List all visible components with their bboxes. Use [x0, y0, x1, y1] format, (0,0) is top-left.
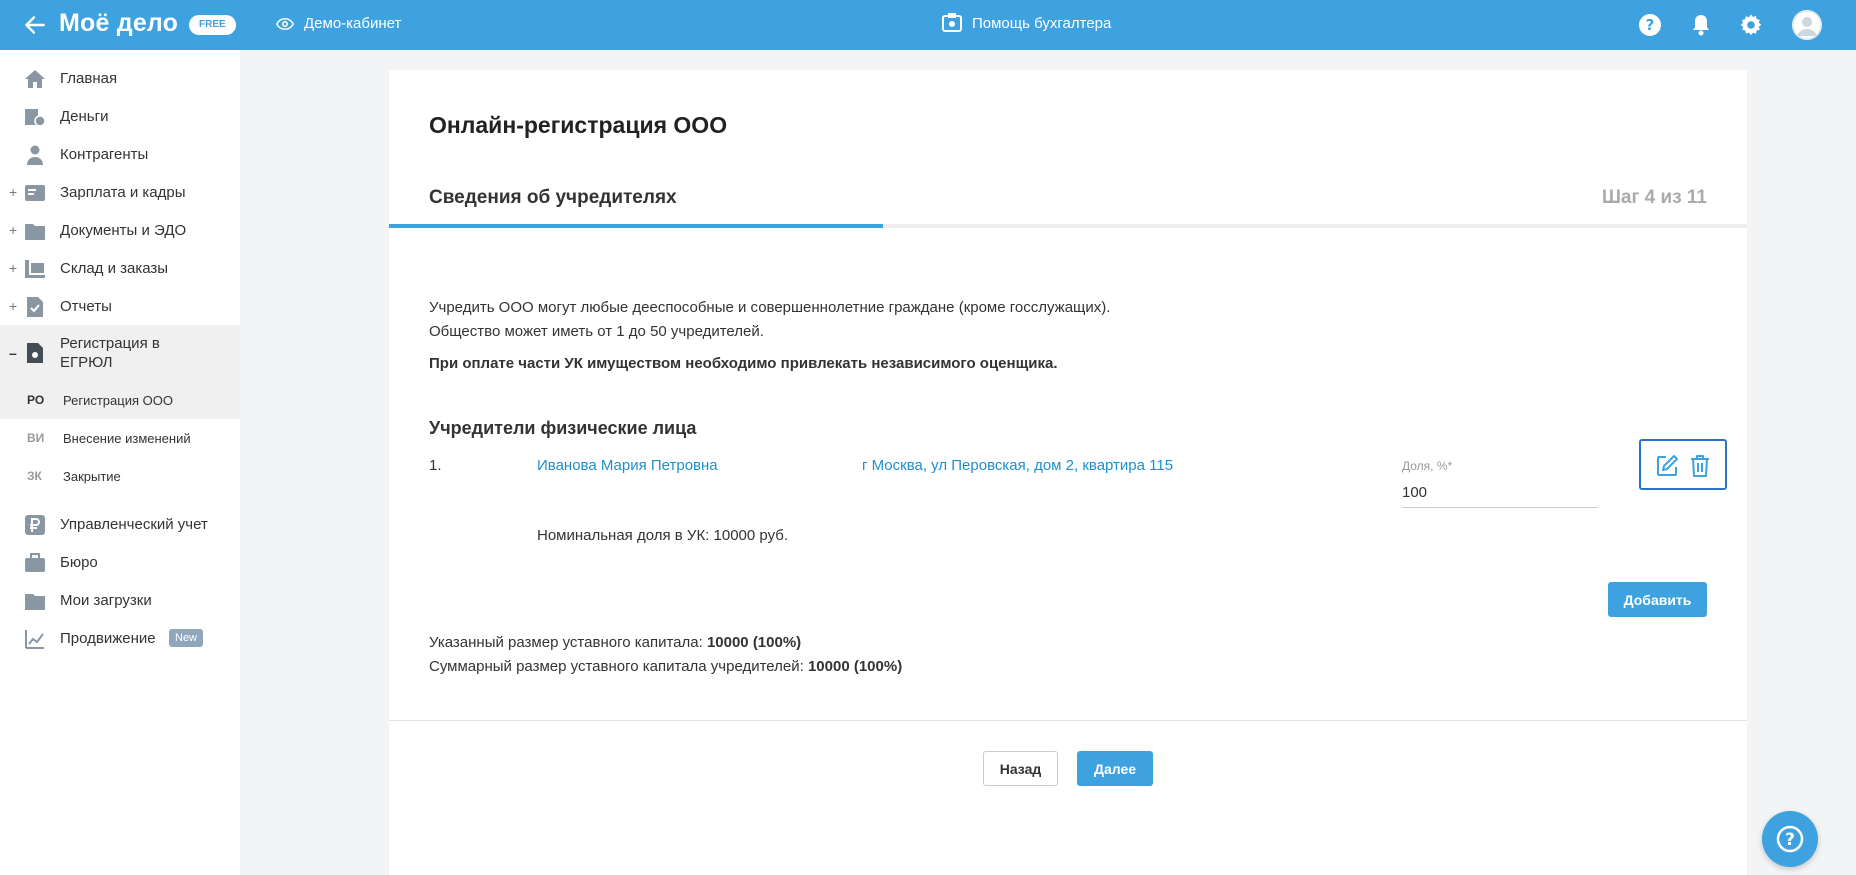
briefcase-icon — [25, 553, 45, 572]
declared-capital: Указанный размер уставного капитала: 100… — [429, 634, 802, 651]
back-arrow-icon[interactable] — [22, 12, 48, 38]
chart-icon — [25, 630, 44, 649]
sidebar-item-management[interactable]: Управленческий учет — [0, 505, 240, 543]
floating-help-button[interactable]: ? — [1762, 811, 1818, 867]
divider — [389, 720, 1747, 721]
section-title: Учредители физические лица — [429, 418, 697, 438]
page-title: Онлайн-регистрация ООО — [429, 112, 728, 138]
subitem-abbr: РО — [27, 393, 45, 407]
user-avatar[interactable] — [1792, 10, 1822, 40]
sidebar-item-reports[interactable]: + Отчеты — [0, 287, 240, 325]
money-icon — [25, 109, 46, 127]
reports-icon — [27, 297, 43, 317]
user-icon — [1792, 10, 1822, 40]
info-warning: При оплате части УК имуществом необходим… — [429, 355, 1058, 372]
calculator-icon — [942, 13, 962, 32]
step-title: Сведения об учредителях — [429, 187, 677, 208]
gear-icon[interactable] — [1739, 13, 1763, 37]
sidebar-item-money[interactable]: Деньги — [0, 97, 240, 135]
sidebar-item-promotion[interactable]: Продвижение New — [0, 619, 240, 657]
demo-cabinet-label: Демо-кабинет — [304, 15, 402, 32]
demo-cabinet-link[interactable]: Демо-кабинет — [276, 15, 401, 32]
share-input[interactable] — [1402, 478, 1598, 508]
sidebar-item-registration[interactable]: – Регистрация в ЕГРЮЛ — [0, 325, 240, 381]
plan-badge: FREE — [189, 15, 236, 35]
sidebar: Главная Деньги Контрагенты + Зарплата и … — [0, 50, 240, 875]
founder-index: 1. — [429, 457, 442, 474]
add-founder-button[interactable]: Добавить — [1608, 582, 1707, 617]
registration-card: Онлайн-регистрация ООО Сведения об учред… — [389, 70, 1747, 875]
sidebar-item-bureau[interactable]: Бюро — [0, 543, 240, 581]
info-text: Общество может иметь от 1 до 50 учредите… — [429, 323, 764, 340]
folder-icon — [25, 594, 45, 610]
share-label: Доля, %* — [1402, 459, 1453, 473]
help-icon: ? — [1776, 825, 1804, 853]
progress-fill — [389, 224, 883, 228]
svg-text:?: ? — [1785, 830, 1795, 850]
accountant-help-link[interactable]: Помощь бухгалтера — [942, 13, 1111, 33]
founder-name-link[interactable]: Иванова Мария Петровна — [537, 457, 718, 474]
founder-actions — [1639, 439, 1727, 490]
nominal-share: Номинальная доля в УК: 10000 руб. — [537, 527, 789, 544]
expand-icon: + — [9, 222, 18, 238]
sidebar-subitem-registration-ooo[interactable]: РО Регистрация ООО — [0, 381, 240, 419]
edit-icon[interactable] — [1655, 454, 1679, 478]
svg-text:?: ? — [1646, 16, 1655, 34]
accountant-help-label: Помощь бухгалтера — [972, 14, 1112, 32]
salary-icon — [25, 185, 45, 201]
sidebar-item-warehouse[interactable]: + Склад и заказы — [0, 249, 240, 287]
sidebar-item-contractors[interactable]: Контрагенты — [0, 135, 240, 173]
sidebar-item-home[interactable]: Главная — [0, 59, 240, 97]
documents-icon — [25, 224, 45, 240]
eye-icon — [276, 17, 294, 30]
sidebar-subitem-closing[interactable]: ЗК Закрытие — [0, 457, 240, 495]
bell-icon[interactable] — [1689, 13, 1713, 37]
app-logo[interactable]: Моё дело — [59, 9, 178, 38]
subitem-abbr: ВИ — [27, 431, 45, 445]
info-text: Учредить ООО могут любые дееспособные и … — [429, 299, 1111, 316]
ruble-icon — [25, 515, 45, 535]
sidebar-item-downloads[interactable]: Мои загрузки — [0, 581, 240, 619]
sidebar-subitem-changes[interactable]: ВИ Внесение изменений — [0, 419, 240, 457]
expand-icon: + — [9, 260, 18, 276]
collapse-icon: – — [9, 345, 17, 361]
back-button[interactable]: Назад — [983, 751, 1058, 786]
warehouse-icon — [25, 260, 45, 278]
help-icon[interactable]: ? — [1638, 13, 1662, 37]
top-header: Моё дело FREE Демо-кабинет Помощь бухгал… — [0, 0, 1856, 50]
subitem-abbr: ЗК — [27, 469, 42, 483]
founder-address-link[interactable]: г Москва, ул Перовская, дом 2, квартира … — [862, 457, 1173, 474]
step-counter: Шаг 4 из 11 — [1601, 187, 1707, 208]
next-button[interactable]: Далее — [1077, 751, 1153, 786]
home-icon — [25, 70, 45, 88]
expand-icon: + — [9, 298, 18, 314]
expand-icon: + — [9, 184, 18, 200]
new-badge: New — [169, 629, 204, 647]
registration-icon — [27, 343, 43, 363]
sidebar-item-salary[interactable]: + Зарплата и кадры — [0, 173, 240, 211]
trash-icon[interactable] — [1688, 454, 1712, 478]
total-capital: Суммарный размер уставного капитала учре… — [429, 658, 903, 675]
sidebar-item-documents[interactable]: + Документы и ЭДО — [0, 211, 240, 249]
contractors-icon — [27, 145, 43, 165]
